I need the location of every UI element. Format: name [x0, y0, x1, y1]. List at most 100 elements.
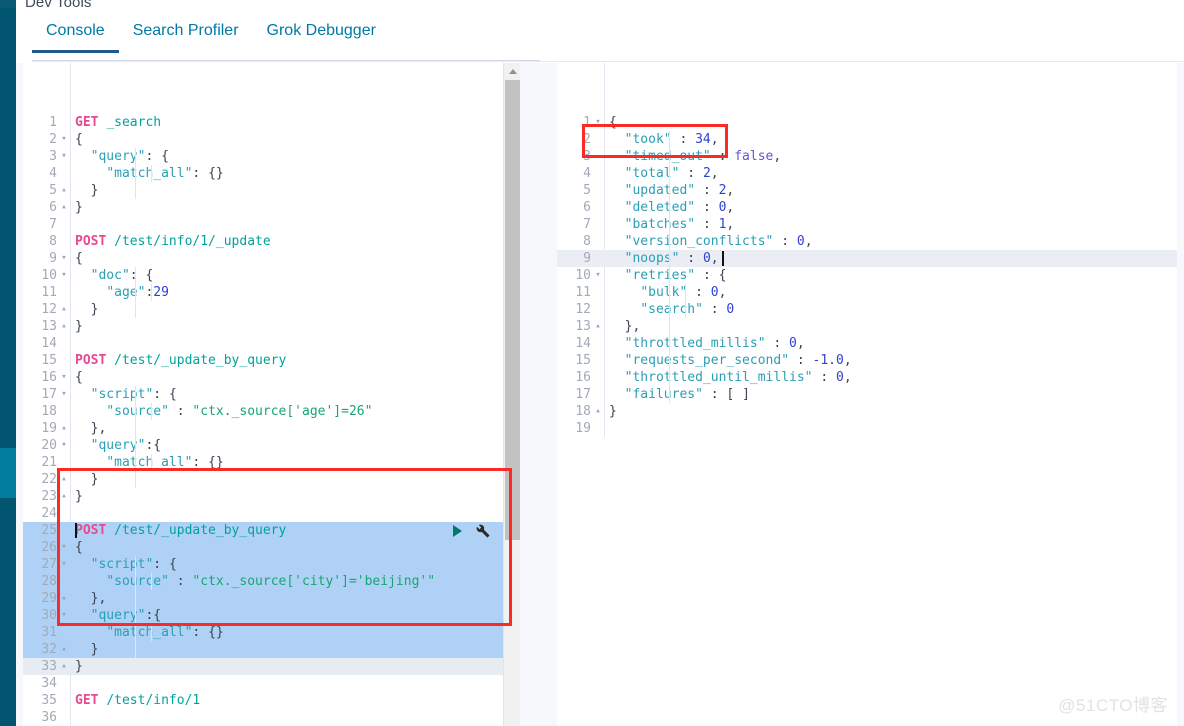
request-scrollbar-track[interactable]: [504, 540, 520, 726]
code-line[interactable]: 22 ▴ }: [23, 471, 520, 488]
fold-expand-icon[interactable]: ▴: [59, 318, 69, 335]
fold-expand-icon[interactable]: ▴: [59, 182, 69, 199]
fold-expand-icon[interactable]: ▴: [59, 471, 69, 488]
panel-splitter[interactable]: [520, 63, 1041, 726]
code-text: "source" : "ctx._source['city']='beijing…: [106, 573, 436, 590]
fold-collapse-icon[interactable]: ▾: [59, 607, 69, 624]
code-line[interactable]: 12 ▴ }: [23, 301, 520, 318]
code-line[interactable]: 14 "throttled_millis" : 0,: [557, 335, 1177, 352]
code-line[interactable]: 11 "bulk" : 0,: [557, 284, 1177, 301]
code-line[interactable]: 16 "throttled_until_millis" : 0,: [557, 369, 1177, 386]
code-line[interactable]: 10 ▾ "retries" : {: [557, 267, 1177, 284]
code-line[interactable]: 5 "updated" : 2,: [557, 182, 1177, 199]
code-line[interactable]: 29 ▴ },: [23, 590, 520, 607]
code-line[interactable]: 5 ▴ }: [23, 182, 520, 199]
code-line[interactable]: 11 "age":29: [23, 284, 520, 301]
code-line[interactable]: 3 ▾ "query": {: [23, 148, 520, 165]
code-line[interactable]: 10 ▾ "doc": {: [23, 267, 520, 284]
fold-collapse-icon[interactable]: ▾: [59, 437, 69, 454]
code-line[interactable]: 33 ▴}: [23, 658, 520, 675]
line-number: 17: [41, 387, 57, 402]
fold-collapse-icon[interactable]: ▾: [59, 131, 69, 148]
response-code-area[interactable]: 1 ▾{2 "took" : 34, 3 "timed_out" : false, 4…: [557, 63, 1177, 437]
code-line[interactable]: 17 "failures" : [ ]: [557, 386, 1177, 403]
fold-expand-icon[interactable]: ▴: [593, 318, 603, 335]
code-line[interactable]: 7: [23, 216, 520, 233]
play-icon[interactable]: [453, 524, 462, 537]
code-line[interactable]: 23 ▴}: [23, 488, 520, 505]
code-line[interactable]: 19 ▴ },: [23, 420, 520, 437]
code-line[interactable]: 25 POST /test/_update_by_query: [23, 522, 520, 539]
code-line[interactable]: 13 ▴ },: [557, 318, 1177, 335]
code-line[interactable]: 8 "version_conflicts" : 0,: [557, 233, 1177, 250]
code-line[interactable]: 18 ▴}: [557, 403, 1177, 420]
fold-expand-icon[interactable]: ▴: [59, 590, 69, 607]
code-line[interactable]: 15 POST /test/_update_by_query: [23, 352, 520, 369]
fold-collapse-icon[interactable]: ▾: [59, 369, 69, 386]
code-line[interactable]: 24: [23, 505, 520, 522]
fold-expand-icon[interactable]: ▴: [59, 420, 69, 437]
code-line[interactable]: 6 ▴}: [23, 199, 520, 216]
fold-expand-icon[interactable]: ▴: [59, 658, 69, 675]
code-line[interactable]: 4 "match_all": {}: [23, 165, 520, 182]
code-line[interactable]: 21 "match_all": {}: [23, 454, 520, 471]
fold-expand-icon[interactable]: ▴: [59, 488, 69, 505]
request-panel[interactable]: 1 GET _search 2 ▾{3 ▾ "query": {4 "match_all…: [23, 63, 520, 726]
fold-collapse-icon[interactable]: ▾: [59, 267, 69, 284]
fold-collapse-icon[interactable]: ▾: [593, 267, 603, 284]
code-line[interactable]: 16 ▾ {: [23, 369, 520, 386]
code-line[interactable]: 15 "requests_per_second" : -1.0,: [557, 352, 1177, 369]
tab-grok-debugger[interactable]: Grok Debugger: [253, 22, 390, 53]
fold-collapse-icon[interactable]: ▾: [59, 386, 69, 403]
fold-collapse-icon[interactable]: ▾: [593, 114, 603, 131]
code-line[interactable]: 27 ▾ "script": {: [23, 556, 520, 573]
code-line[interactable]: 13 ▴}: [23, 318, 520, 335]
tab-search-profiler[interactable]: Search Profiler: [119, 22, 253, 53]
fold-collapse-icon[interactable]: ▾: [59, 556, 69, 573]
line-number: 4: [583, 166, 591, 181]
code-line[interactable]: 28 "source" : "ctx._source['city']='beij…: [23, 573, 520, 590]
code-line[interactable]: 2 ▾ {: [23, 131, 520, 148]
code-line[interactable]: 3 "timed_out" : false,: [557, 148, 1177, 165]
code-line[interactable]: 18 "source" : "ctx._source['age']=26": [23, 403, 520, 420]
code-line[interactable]: 1 GET _search: [23, 114, 520, 131]
code-line[interactable]: 1 ▾ {: [557, 114, 1177, 131]
response-panel[interactable]: 1 ▾{2 "took" : 34, 3 "timed_out" : false, 4…: [557, 63, 1177, 726]
code-line[interactable]: 35 GET /test/info/1: [23, 692, 520, 709]
code-line[interactable]: 19: [557, 420, 1177, 437]
code-line[interactable]: 17 ▾ "script": {: [23, 386, 520, 403]
fold-expand-icon[interactable]: ▴: [59, 641, 69, 658]
request-scrollbar-thumb[interactable]: [505, 80, 520, 540]
code-line[interactable]: 8 POST /test/info/1/_update: [23, 233, 520, 250]
code-line[interactable]: 7 "batches" : 1,: [557, 216, 1177, 233]
wrench-icon[interactable]: [476, 524, 490, 538]
code-line[interactable]: 9 "noops" : 0,: [557, 250, 1177, 267]
code-line[interactable]: 20 ▾ "query":{: [23, 437, 520, 454]
code-line[interactable]: 31 "match_all": {}: [23, 624, 520, 641]
code-line[interactable]: 4 "total" : 2,: [557, 165, 1177, 182]
code-line[interactable]: 14: [23, 335, 520, 352]
scroll-up-arrow-icon[interactable]: [504, 63, 520, 80]
fold-collapse-icon[interactable]: ▾: [59, 250, 69, 267]
request-code-area[interactable]: 1 GET _search 2 ▾{3 ▾ "query": {4 "match_all…: [23, 63, 520, 726]
code-line[interactable]: 9 ▾ {: [23, 250, 520, 267]
code-line[interactable]: 32 ▴ }: [23, 641, 520, 658]
fold-collapse-icon[interactable]: ▾: [59, 148, 69, 165]
fold-collapse-icon[interactable]: ▾: [59, 539, 69, 556]
code-line[interactable]: 2 "took" : 34,: [557, 131, 1177, 148]
code-line[interactable]: 36: [23, 709, 520, 726]
code-line[interactable]: 6 "deleted" : 0,: [557, 199, 1177, 216]
fold-expand-icon[interactable]: ▴: [593, 403, 603, 420]
line-number: 28: [41, 574, 57, 589]
nav-rail-active-indicator[interactable]: [0, 448, 16, 498]
code-line[interactable]: 12 "search" : 0: [557, 301, 1177, 318]
code-line[interactable]: 34: [23, 675, 520, 692]
fold-expand-icon[interactable]: ▴: [59, 199, 69, 216]
code-line[interactable]: 30 ▾ "query":{: [23, 607, 520, 624]
fold-expand-icon[interactable]: ▴: [59, 301, 69, 318]
line-number: 2: [583, 132, 591, 147]
code-line[interactable]: 26 ▾ {: [23, 539, 520, 556]
line-number: 7: [583, 217, 591, 232]
request-scrollbar[interactable]: [503, 63, 520, 726]
tab-console[interactable]: Console: [32, 22, 119, 53]
